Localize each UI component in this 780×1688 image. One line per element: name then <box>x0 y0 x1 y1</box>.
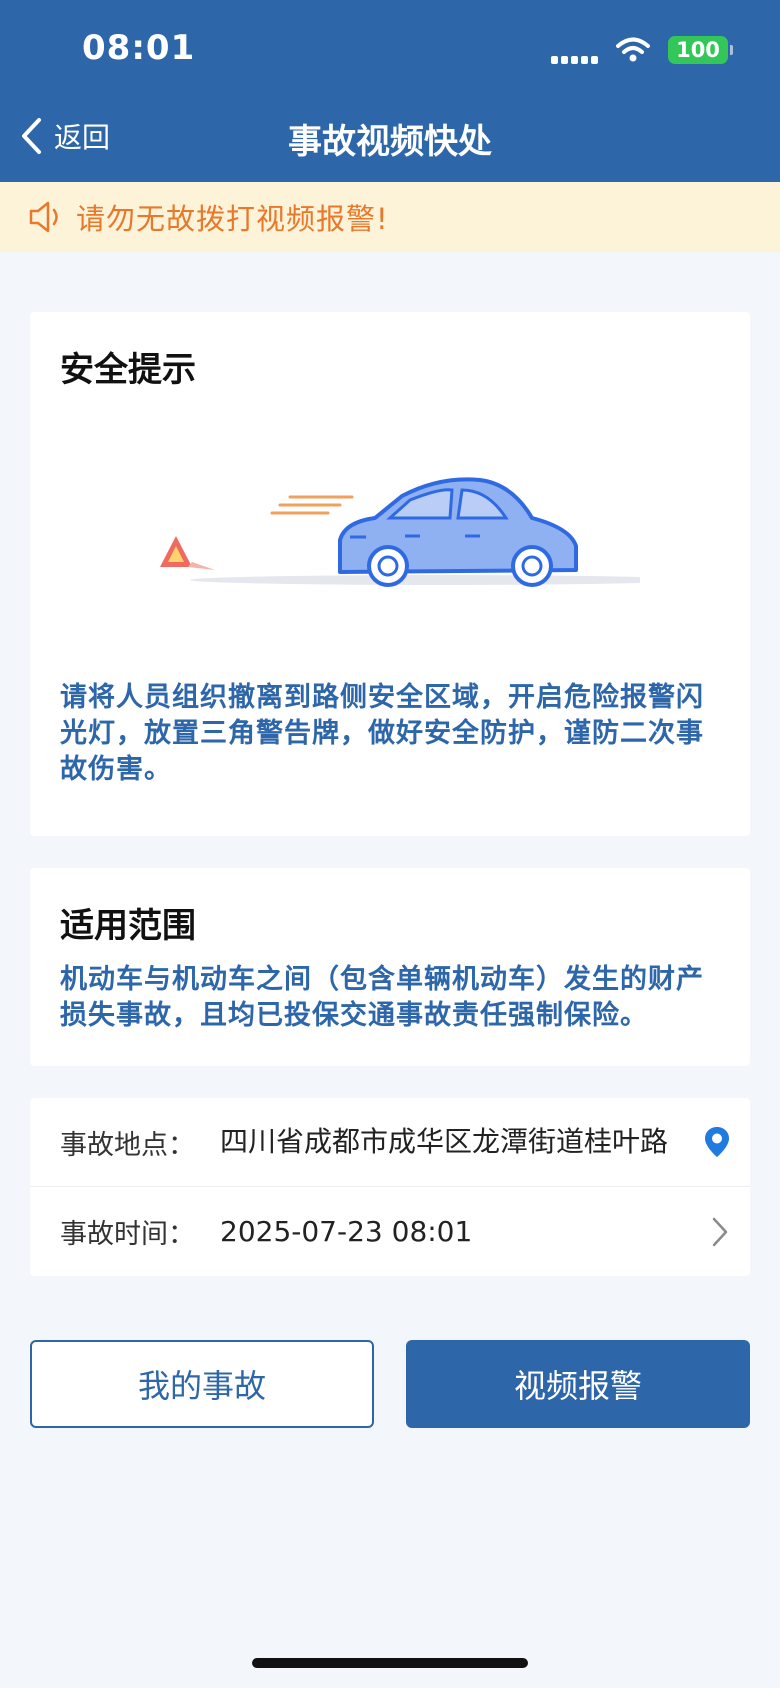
chevron-right-icon <box>712 1217 728 1246</box>
scope-title: 适用范围 <box>60 906 196 946</box>
cellular-signal-icon <box>551 36 598 64</box>
scope-card: 适用范围 机动车与机动车之间（包含单辆机动车）发生的财产损失事故，且均已投保交通… <box>30 868 750 1066</box>
home-indicator[interactable] <box>252 1658 528 1668</box>
video-report-button[interactable]: 视频报警 <box>406 1340 750 1428</box>
location-row[interactable]: 事故地点： 四川省成都市成华区龙潭街道桂叶路 <box>30 1098 750 1187</box>
location-pin-icon[interactable] <box>704 1126 730 1158</box>
car-warning-triangle-illustration <box>160 477 640 587</box>
speaker-icon <box>29 201 58 233</box>
page-title: 事故视频快处 <box>288 122 492 162</box>
header: 08:01 100 返回 事故视频快处 <box>0 0 780 182</box>
safety-title: 安全提示 <box>60 350 196 390</box>
time-row[interactable]: 事故时间： 2025-07-23 08:01 <box>30 1187 750 1276</box>
back-button[interactable]: 返回 <box>18 116 110 156</box>
location-label: 事故地点： <box>60 1129 195 1161</box>
battery-icon: 100 <box>668 36 733 64</box>
wifi-icon <box>616 37 650 62</box>
location-value: 四川省成都市成华区龙潭街道桂叶路 <box>220 1125 669 1158</box>
chevron-left-icon <box>22 118 41 154</box>
scope-description: 机动车与机动车之间（包含单辆机动车）发生的财产损失事故，且均已投保交通事故责任强… <box>60 964 704 1031</box>
notice-banner: 请勿无故拨打视频报警! <box>0 182 780 252</box>
back-label: 返回 <box>54 121 111 154</box>
my-accidents-button[interactable]: 我的事故 <box>30 1340 374 1428</box>
time-value: 2025-07-23 08:01 <box>220 1214 473 1248</box>
status-time: 08:01 <box>82 28 196 68</box>
notice-text: 请勿无故拨打视频报警! <box>76 202 389 236</box>
battery-level: 100 <box>676 38 720 62</box>
safety-description: 请将人员组织撤离到路侧安全区域，开启危险报警闪光灯，放置三角警告牌，做好安全防护… <box>60 682 704 785</box>
accident-info-form: 事故地点： 四川省成都市成华区龙潭街道桂叶路 事故时间： 2025-07-23 … <box>30 1098 750 1276</box>
time-label: 事故时间： <box>60 1219 195 1250</box>
status-icons: 100 <box>551 36 733 64</box>
safety-tips-card: 安全提示 请将人员组织撤离到路侧安全区域，开启危险报警闪光灯，放置三角警告牌，做… <box>30 312 750 836</box>
